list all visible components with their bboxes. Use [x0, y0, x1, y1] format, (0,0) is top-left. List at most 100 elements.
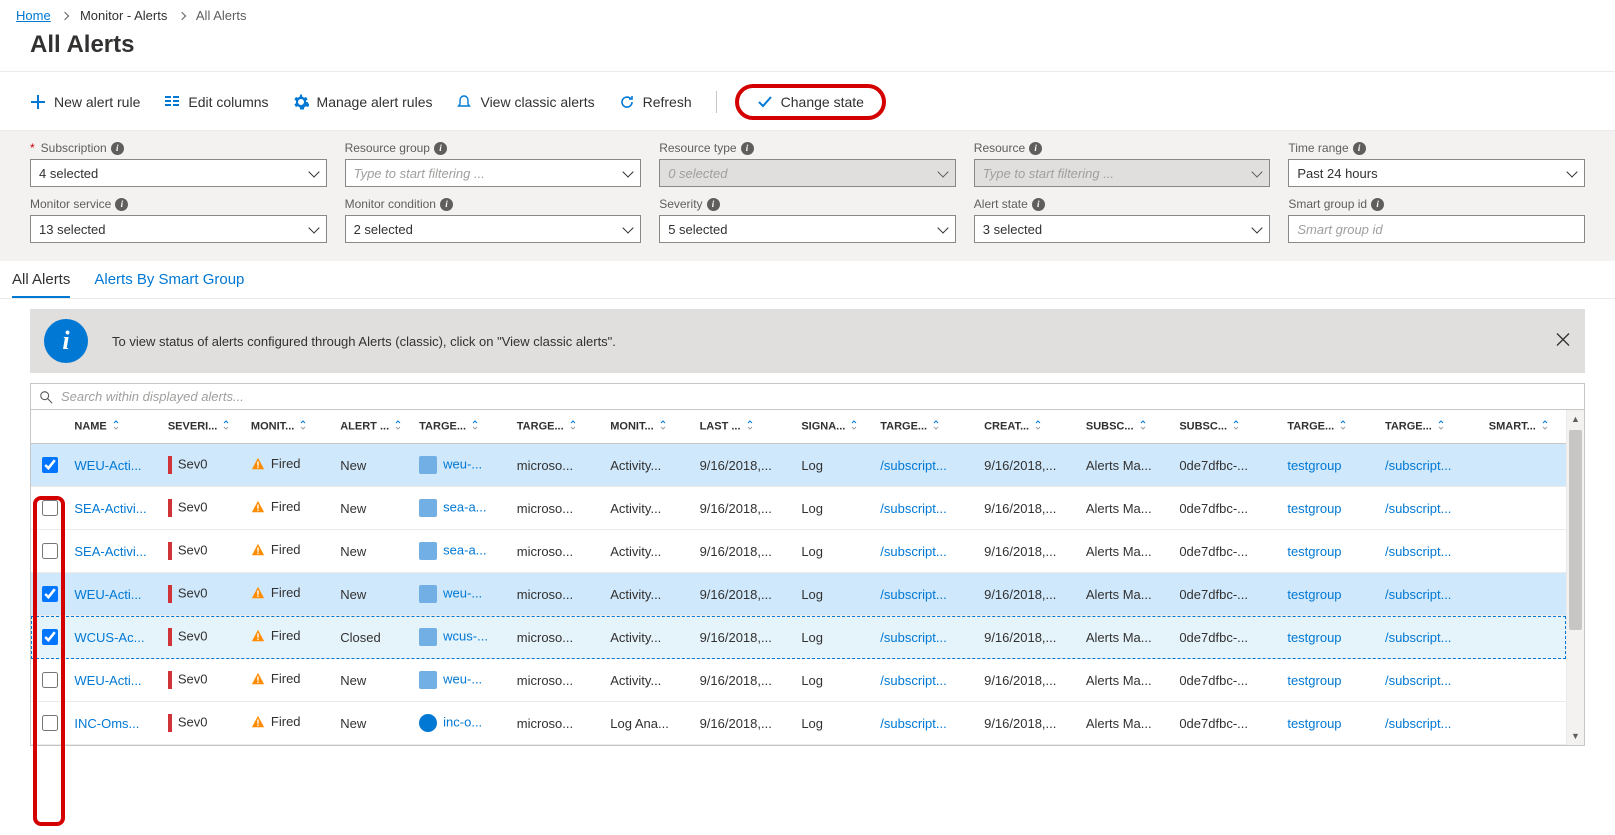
- alert-name-link[interactable]: SEA-Activi...: [74, 501, 146, 516]
- tab-all-alerts[interactable]: All Alerts: [12, 271, 70, 298]
- subscription-link[interactable]: /subscript...: [880, 587, 946, 602]
- alert-name-link[interactable]: WCUS-Ac...: [74, 630, 144, 645]
- test-group-link[interactable]: testgroup: [1287, 544, 1341, 559]
- info-icon[interactable]: i: [1353, 142, 1366, 155]
- severity-dropdown[interactable]: 5 selected: [659, 215, 956, 243]
- row-checkbox[interactable]: [42, 715, 58, 731]
- table-row[interactable]: INC-Oms...Sev0FiredNewinc-o...microso...…: [31, 702, 1566, 745]
- column-header[interactable]: CREAT...: [978, 410, 1080, 444]
- test-group-link[interactable]: testgroup: [1287, 458, 1341, 473]
- subscription-dropdown[interactable]: 4 selected: [30, 159, 327, 187]
- info-icon[interactable]: i: [115, 198, 128, 211]
- subscription-link[interactable]: /subscript...: [1385, 716, 1451, 731]
- subscription-link[interactable]: /subscript...: [1385, 673, 1451, 688]
- subscription-link[interactable]: /subscript...: [1385, 587, 1451, 602]
- row-checkbox[interactable]: [42, 457, 58, 473]
- breadcrumb-mid[interactable]: Monitor - Alerts: [80, 8, 167, 23]
- table-row[interactable]: WEU-Acti...Sev0FiredNewweu-...microso...…: [31, 444, 1566, 487]
- refresh-button[interactable]: Refresh: [619, 94, 692, 110]
- banner-close-button[interactable]: [1555, 332, 1571, 351]
- target-resource-link[interactable]: sea-a...: [443, 499, 486, 514]
- target-resource-link[interactable]: weu-...: [443, 671, 482, 686]
- info-icon[interactable]: i: [1371, 198, 1384, 211]
- subscription-link[interactable]: /subscript...: [880, 673, 946, 688]
- monitor-service-dropdown[interactable]: 13 selected: [30, 215, 327, 243]
- row-checkbox[interactable]: [42, 672, 58, 688]
- info-icon[interactable]: i: [440, 198, 453, 211]
- row-checkbox[interactable]: [42, 629, 58, 645]
- edit-columns-button[interactable]: Edit columns: [164, 94, 268, 110]
- table-row[interactable]: SEA-Activi...Sev0FiredNewsea-a...microso…: [31, 530, 1566, 573]
- subscription-link[interactable]: /subscript...: [1385, 501, 1451, 516]
- column-header[interactable]: TARGE...: [413, 410, 511, 444]
- target-resource-link[interactable]: inc-o...: [443, 714, 482, 729]
- search-within-alerts[interactable]: [30, 383, 1585, 410]
- row-checkbox[interactable]: [42, 543, 58, 559]
- table-row[interactable]: WEU-Acti...Sev0FiredNewweu-...microso...…: [31, 573, 1566, 616]
- subscription-link[interactable]: /subscript...: [1385, 630, 1451, 645]
- column-header[interactable]: SMART...: [1483, 410, 1566, 444]
- column-header[interactable]: SUBSC...: [1173, 410, 1281, 444]
- test-group-link[interactable]: testgroup: [1287, 587, 1341, 602]
- info-icon[interactable]: i: [434, 142, 447, 155]
- table-row[interactable]: WCUS-Ac...Sev0FiredClosedwcus-...microso…: [31, 616, 1566, 659]
- column-header[interactable]: SIGNA...: [795, 410, 874, 444]
- target-resource-link[interactable]: sea-a...: [443, 542, 486, 557]
- subscription-link[interactable]: /subscript...: [880, 501, 946, 516]
- subscription-link[interactable]: /subscript...: [1385, 458, 1451, 473]
- search-input[interactable]: [59, 388, 1576, 405]
- column-header[interactable]: SUBSC...: [1080, 410, 1173, 444]
- breadcrumb-home[interactable]: Home: [16, 8, 51, 23]
- column-header[interactable]: MONIT...: [245, 410, 334, 444]
- scroll-up-arrow[interactable]: ▲: [1567, 410, 1584, 428]
- alert-name-link[interactable]: WEU-Acti...: [74, 673, 141, 688]
- info-icon[interactable]: i: [111, 142, 124, 155]
- column-header[interactable]: TARGE...: [1379, 410, 1483, 444]
- select-all-header[interactable]: [31, 410, 68, 444]
- new-alert-rule-button[interactable]: New alert rule: [30, 94, 140, 110]
- test-group-link[interactable]: testgroup: [1287, 630, 1341, 645]
- subscription-link[interactable]: /subscript...: [1385, 544, 1451, 559]
- monitor-condition-dropdown[interactable]: 2 selected: [345, 215, 642, 243]
- test-group-link[interactable]: testgroup: [1287, 673, 1341, 688]
- test-group-link[interactable]: testgroup: [1287, 716, 1341, 731]
- scroll-down-arrow[interactable]: ▼: [1567, 727, 1584, 745]
- target-resource-link[interactable]: weu-...: [443, 585, 482, 600]
- column-header[interactable]: NAME: [68, 410, 161, 444]
- row-checkbox[interactable]: [42, 500, 58, 516]
- column-header[interactable]: LAST ...: [694, 410, 796, 444]
- tab-smart-groups[interactable]: Alerts By Smart Group: [94, 271, 244, 298]
- row-checkbox[interactable]: [42, 586, 58, 602]
- alert-name-link[interactable]: WEU-Acti...: [74, 458, 141, 473]
- info-icon[interactable]: i: [707, 198, 720, 211]
- column-header[interactable]: SEVERI...: [162, 410, 245, 444]
- subscription-link[interactable]: /subscript...: [880, 544, 946, 559]
- column-header[interactable]: TARGE...: [874, 410, 978, 444]
- column-header[interactable]: MONIT...: [604, 410, 693, 444]
- alert-state-dropdown[interactable]: 3 selected: [974, 215, 1271, 243]
- subscription-link[interactable]: /subscript...: [880, 630, 946, 645]
- time-range-dropdown[interactable]: Past 24 hours: [1288, 159, 1585, 187]
- info-icon[interactable]: i: [741, 142, 754, 155]
- vertical-scrollbar[interactable]: ▲ ▼: [1566, 410, 1584, 745]
- column-header[interactable]: ALERT ...: [334, 410, 413, 444]
- subscription-link[interactable]: /subscript...: [880, 458, 946, 473]
- manage-alert-rules-button[interactable]: Manage alert rules: [293, 94, 433, 110]
- table-row[interactable]: WEU-Acti...Sev0FiredNewweu-...microso...…: [31, 659, 1566, 702]
- resource-group-dropdown[interactable]: Type to start filtering ...: [345, 159, 642, 187]
- change-state-button[interactable]: Change state: [757, 94, 864, 110]
- column-header[interactable]: TARGE...: [511, 410, 604, 444]
- alert-name-link[interactable]: INC-Oms...: [74, 716, 139, 731]
- target-resource-link[interactable]: wcus-...: [443, 628, 488, 643]
- view-classic-alerts-button[interactable]: View classic alerts: [456, 94, 594, 110]
- target-resource-link[interactable]: weu-...: [443, 456, 482, 471]
- smart-group-id-input[interactable]: Smart group id: [1288, 215, 1585, 243]
- subscription-link[interactable]: /subscript...: [880, 716, 946, 731]
- table-row[interactable]: SEA-Activi...Sev0FiredNewsea-a...microso…: [31, 487, 1566, 530]
- column-header[interactable]: TARGE...: [1281, 410, 1379, 444]
- alert-name-link[interactable]: SEA-Activi...: [74, 544, 146, 559]
- alert-name-link[interactable]: WEU-Acti...: [74, 587, 141, 602]
- info-icon[interactable]: i: [1032, 198, 1045, 211]
- info-icon[interactable]: i: [1029, 142, 1042, 155]
- scrollbar-thumb[interactable]: [1569, 430, 1582, 630]
